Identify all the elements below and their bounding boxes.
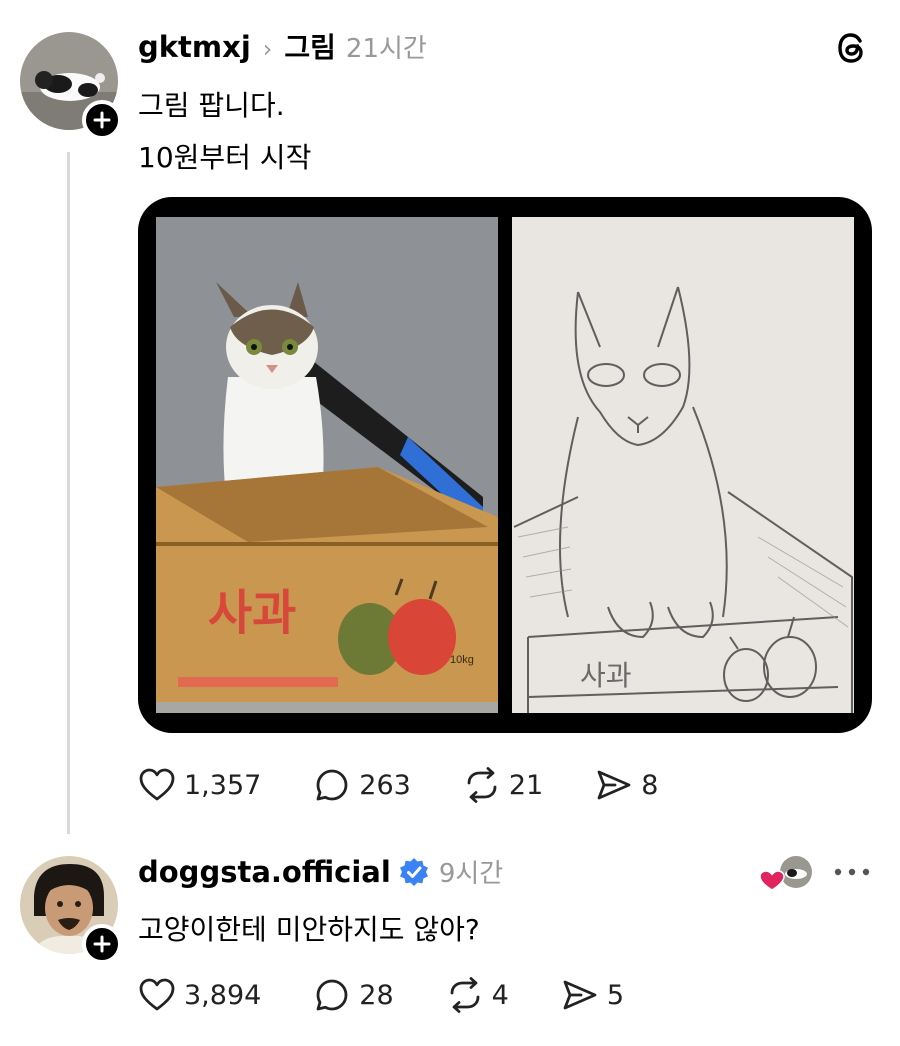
heart-filled-icon [759,870,785,891]
like-button[interactable]: 1,357 [138,766,261,804]
like-count: 1,357 [184,769,262,801]
repost-icon [467,767,497,803]
post-text-line-2: 10원부터 시작 [138,141,312,174]
threads-logo-icon[interactable] [832,28,872,68]
post-image[interactable]: 사과 10kg 사과 [138,197,872,733]
reply-username[interactable]: doggsta.official [138,855,391,889]
reply-share-count: 5 [606,979,625,1011]
share-count: 8 [641,769,659,801]
reply-repost-button[interactable]: 4 [446,976,509,1014]
verified-badge-icon [399,858,428,886]
reply-reply-count: 28 [359,979,394,1011]
share-icon [597,770,631,800]
repost-count: 21 [508,769,544,801]
reply-share-button[interactable]: 5 [561,976,624,1014]
follow-plus-button[interactable] [82,100,122,140]
chevron-right-icon: › [262,35,273,63]
heart-icon [139,768,175,801]
reply-reply-button[interactable]: 28 [313,976,394,1014]
repost-button[interactable]: 21 [463,766,543,804]
box-weight-label: 10kg [450,654,474,666]
post-time: 21시간 [345,34,427,64]
topic-tag[interactable]: 그림 [284,26,336,66]
share-icon [563,980,597,1010]
reply-repost-count: 4 [491,979,509,1011]
reply-time: 9시간 [438,859,504,889]
reply-button[interactable]: 263 [313,766,411,804]
plus-icon [93,111,111,129]
more-icon[interactable] [832,862,872,882]
heart-icon [139,978,175,1011]
reply-follow-plus-button[interactable] [82,924,122,964]
comment-icon [316,769,348,801]
reply-like-count: 3,894 [184,979,262,1011]
repost-icon [450,977,480,1013]
thread-line [67,152,70,834]
box-label-photo: 사과 [208,587,296,640]
author-username[interactable]: gktmxj [138,30,251,64]
reply-text: 고양이한테 미안하지도 않아? [138,913,480,946]
reply-count: 263 [359,769,411,801]
box-label-drawing: 사과 [580,661,632,692]
share-button[interactable]: 8 [595,766,658,804]
plus-icon [93,935,111,953]
post-text-line-1: 그림 팝니다. [138,89,285,122]
comment-icon [316,979,348,1011]
liked-by-author-indicator [759,856,816,892]
reply-like-button[interactable]: 3,894 [138,976,261,1014]
